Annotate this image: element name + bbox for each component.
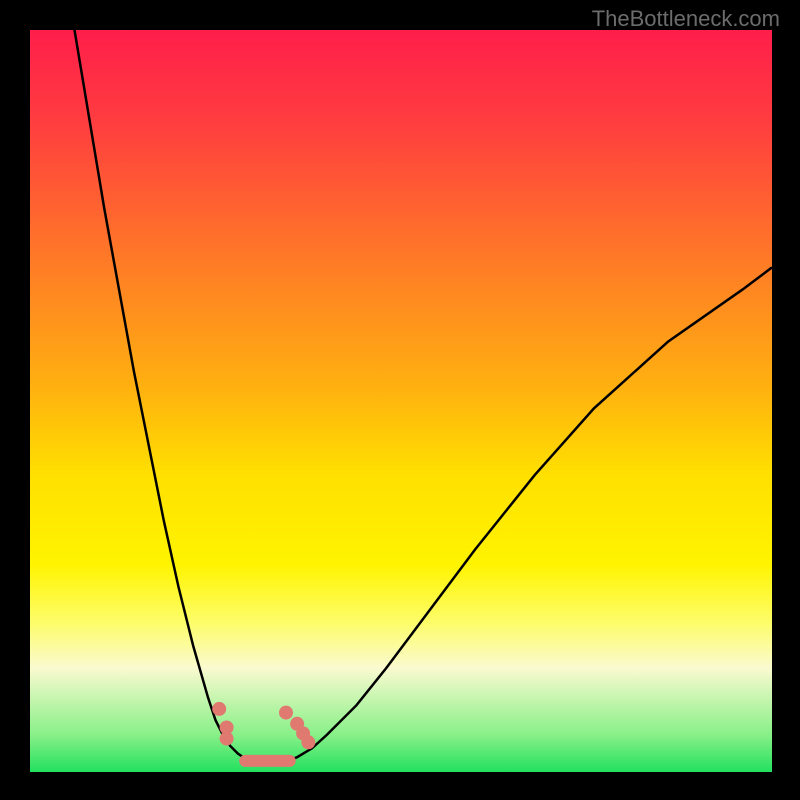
data-marker: [279, 706, 293, 720]
watermark-text: TheBottleneck.com: [592, 6, 780, 32]
right-curve: [282, 267, 772, 763]
markers-group: [212, 702, 315, 761]
chart-svg: [30, 30, 772, 772]
data-marker: [220, 732, 234, 746]
data-marker: [301, 735, 315, 749]
plot-area: [30, 30, 772, 772]
data-marker: [212, 702, 226, 716]
left-curve: [75, 30, 253, 763]
